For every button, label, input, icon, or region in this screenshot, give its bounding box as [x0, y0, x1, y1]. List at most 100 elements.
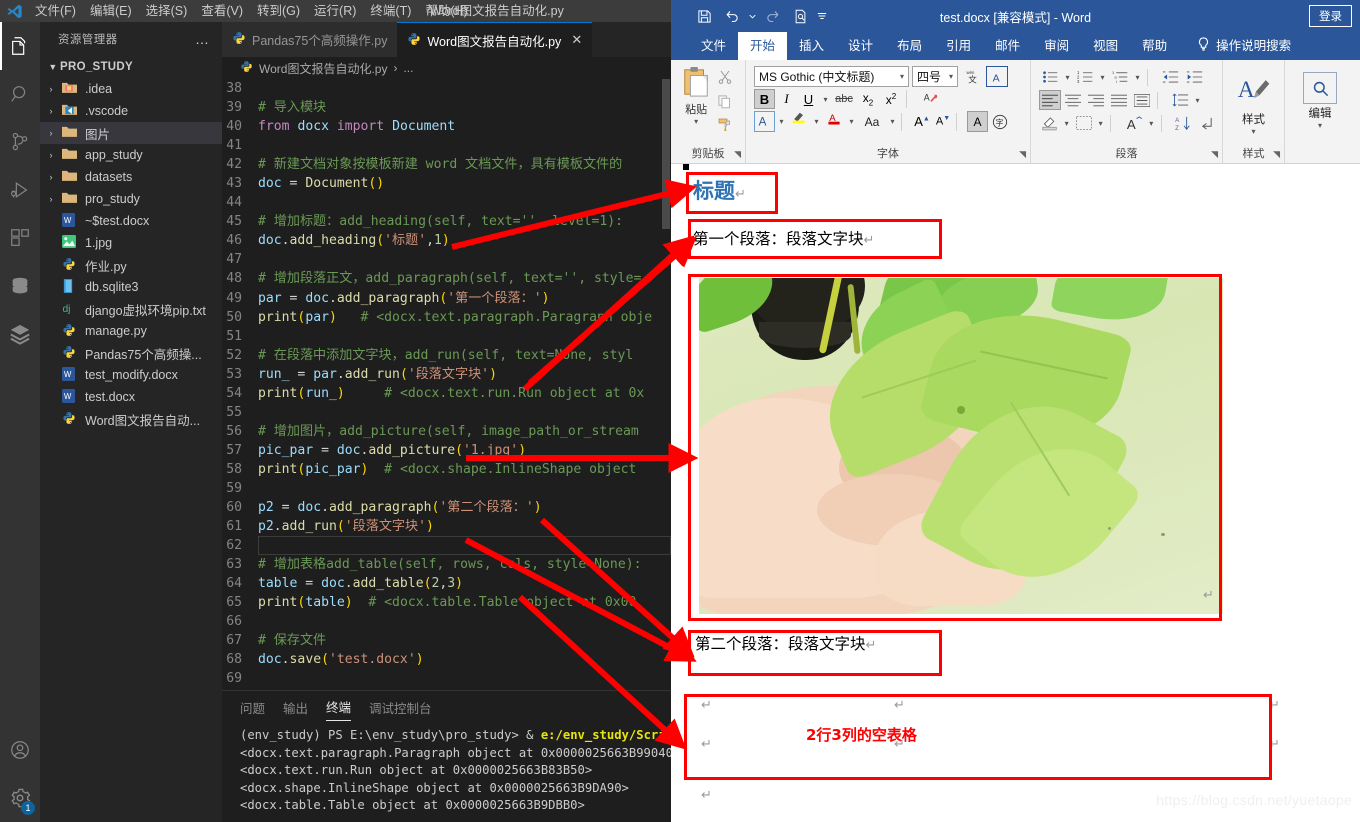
code-line[interactable]: 51: [222, 327, 671, 346]
chevron-down-icon[interactable]: ▾: [1097, 67, 1108, 87]
strikethrough-button[interactable]: abc: [832, 89, 856, 109]
tree-item[interactable]: 作业.py: [40, 254, 222, 276]
chevron-down-icon[interactable]: ▾: [1192, 90, 1203, 110]
code-line[interactable]: 45 # 增加标题：add_heading(self, text='', leve…: [222, 212, 671, 231]
code-line[interactable]: 42 # 新建文档对象按模板新建 word 文档文件，具有模板文件的: [222, 155, 671, 174]
chevron-down-icon[interactable]: ▾: [820, 89, 831, 109]
tree-item[interactable]: Wtest_modify.docx: [40, 364, 222, 386]
code-line[interactable]: 50 print(par) # <docx.text.paragraph.Para…: [222, 308, 671, 327]
code-line[interactable]: 56 # 增加图片，add_picture(self, image_path_or…: [222, 422, 671, 441]
code-line[interactable]: 60 p2 = doc.add_paragraph('第二个段落：'): [222, 498, 671, 517]
line-spacing-icon[interactable]: [1169, 90, 1191, 110]
code-line[interactable]: 39 # 导入模块: [222, 98, 671, 117]
font-color-button[interactable]: A: [823, 111, 845, 132]
run-debug-icon[interactable]: [0, 166, 40, 214]
tell-me-search[interactable]: 操作说明搜索: [1179, 32, 1303, 61]
search-icon[interactable]: [0, 70, 40, 118]
font-dialog-launcher-icon[interactable]: ◥: [1019, 149, 1026, 160]
ribbon-tab[interactable]: 文件: [689, 32, 738, 60]
styles-button[interactable]: A 样式 ▾: [1229, 64, 1278, 136]
close-icon[interactable]: ✕: [571, 32, 582, 48]
signin-button[interactable]: 登录: [1309, 5, 1352, 27]
tree-item[interactable]: › datasets: [40, 166, 222, 188]
source-control-icon[interactable]: [0, 118, 40, 166]
chevron-down-icon[interactable]: ▾: [677, 117, 715, 126]
italic-button[interactable]: I: [776, 89, 797, 109]
tree-item[interactable]: Word图文报告自动...: [40, 408, 222, 430]
subscript-button[interactable]: x2: [857, 89, 879, 109]
tree-item[interactable]: dj django虚拟环境pip.txt: [40, 298, 222, 320]
code-line[interactable]: 61 p2.add_run('段落文字块'): [222, 517, 671, 536]
bullets-icon[interactable]: [1039, 67, 1061, 87]
align-right-icon[interactable]: [1085, 90, 1107, 110]
copy-icon[interactable]: [717, 90, 732, 112]
paragraph-mark-icon[interactable]: [1197, 113, 1216, 133]
code-line[interactable]: 38: [222, 79, 671, 98]
font-size-combobox[interactable]: 四号 ▾: [912, 66, 958, 87]
code-line[interactable]: 52 # 在段落中添加文字块，add_run(self, text=None, s…: [222, 346, 671, 365]
editor-scrollbar[interactable]: [661, 79, 671, 579]
extensions-icon[interactable]: [0, 214, 40, 262]
menu-edit[interactable]: 编辑(E): [83, 0, 139, 22]
font-name-combobox[interactable]: MS Gothic (中文标题) ▾: [754, 66, 909, 87]
chevron-down-icon[interactable]: ▾: [846, 111, 857, 132]
format-painter-icon[interactable]: [717, 114, 733, 136]
panel-tab-debug-console[interactable]: 调试控制台: [369, 698, 432, 721]
chevron-down-icon[interactable]: ▾: [949, 72, 953, 81]
menu-selection[interactable]: 选择(S): [139, 0, 195, 22]
tree-item[interactable]: Pandas75个高频操...: [40, 342, 222, 364]
chevron-right-icon[interactable]: ›: [40, 150, 62, 160]
code-line[interactable]: 54 print(run_) # <docx.text.run.Run objec…: [222, 384, 671, 403]
database-icon[interactable]: [0, 262, 40, 310]
code-line[interactable]: 69: [222, 669, 671, 688]
tab-pandas75[interactable]: Pandas75个高频操作.py: [222, 22, 398, 57]
code-editor[interactable]: 38 39 # 导入模块 40 from docx import Document 41 4…: [222, 79, 671, 690]
borders-icon[interactable]: [1073, 113, 1094, 133]
sort-icon[interactable]: AZ: [1172, 113, 1195, 133]
tree-item[interactable]: › .idea: [40, 78, 222, 100]
breadcrumb-file[interactable]: Word图文报告自动化.py: [259, 60, 387, 77]
menu-run[interactable]: 运行(R): [307, 0, 363, 22]
ribbon-tab[interactable]: 审阅: [1032, 32, 1081, 60]
terminal-output[interactable]: (env_study) PS E:\env_study\pro_study> &…: [222, 721, 671, 815]
tree-item[interactable]: Wtest.docx: [40, 386, 222, 408]
code-line[interactable]: 57 pic_par = doc.add_picture('1.jpg'): [222, 441, 671, 460]
increase-indent-icon[interactable]: [1183, 67, 1206, 87]
underline-button[interactable]: U: [798, 89, 819, 109]
chevron-down-icon[interactable]: ▾: [900, 72, 904, 81]
code-line[interactable]: 55: [222, 403, 671, 422]
chevron-right-icon[interactable]: ›: [40, 84, 62, 94]
paragraph-dialog-launcher-icon[interactable]: ◥: [1211, 149, 1218, 160]
code-line[interactable]: 53 run_ = par.add_run('段落文字块'): [222, 365, 671, 384]
clear-formatting-icon[interactable]: A: [920, 89, 942, 109]
character-shading-icon[interactable]: A: [967, 111, 988, 132]
ribbon-tab[interactable]: 开始: [738, 32, 788, 60]
shrink-font-icon[interactable]: A▼: [933, 111, 953, 132]
editing-button[interactable]: 编辑 ▾: [1291, 64, 1349, 130]
tree-item[interactable]: › 图片: [40, 122, 222, 144]
shading-icon[interactable]: [1039, 113, 1060, 133]
code-line[interactable]: 64 table = doc.add_table(2,3): [222, 574, 671, 593]
panel-tab-output[interactable]: 输出: [283, 698, 308, 721]
code-line[interactable]: 65 print(table) # <docx.table.Table objec…: [222, 593, 671, 612]
numbering-icon[interactable]: 123: [1074, 67, 1096, 87]
multilevel-list-icon[interactable]: 1ai: [1109, 67, 1131, 87]
tree-item[interactable]: 1.jpg: [40, 232, 222, 254]
ribbon-tab[interactable]: 帮助: [1130, 32, 1179, 60]
chevron-down-icon[interactable]: ▾: [1146, 113, 1157, 133]
menu-file[interactable]: 文件(F): [28, 0, 83, 22]
tree-item[interactable]: W ~$test.docx: [40, 210, 222, 232]
code-line[interactable]: 48 # 增加段落正文，add_paragraph(self, text='', …: [222, 269, 671, 288]
ribbon-tab[interactable]: 引用: [934, 32, 983, 60]
ribbon-tab[interactable]: 布局: [885, 32, 934, 60]
align-center-icon[interactable]: [1062, 90, 1084, 110]
settings-gear-icon[interactable]: 1: [0, 774, 40, 822]
change-case-button[interactable]: Aa: [858, 111, 886, 132]
chevron-down-icon[interactable]: ▾: [1062, 67, 1073, 87]
chevron-right-icon[interactable]: ›: [40, 194, 62, 204]
ribbon-tab[interactable]: 视图: [1081, 32, 1130, 60]
bold-button[interactable]: B: [754, 89, 775, 109]
explorer-root-folder[interactable]: ▼ PRO_STUDY: [40, 56, 222, 78]
phonetic-guide-icon[interactable]: wén 文: [961, 66, 983, 87]
justify-icon[interactable]: [1108, 90, 1130, 110]
